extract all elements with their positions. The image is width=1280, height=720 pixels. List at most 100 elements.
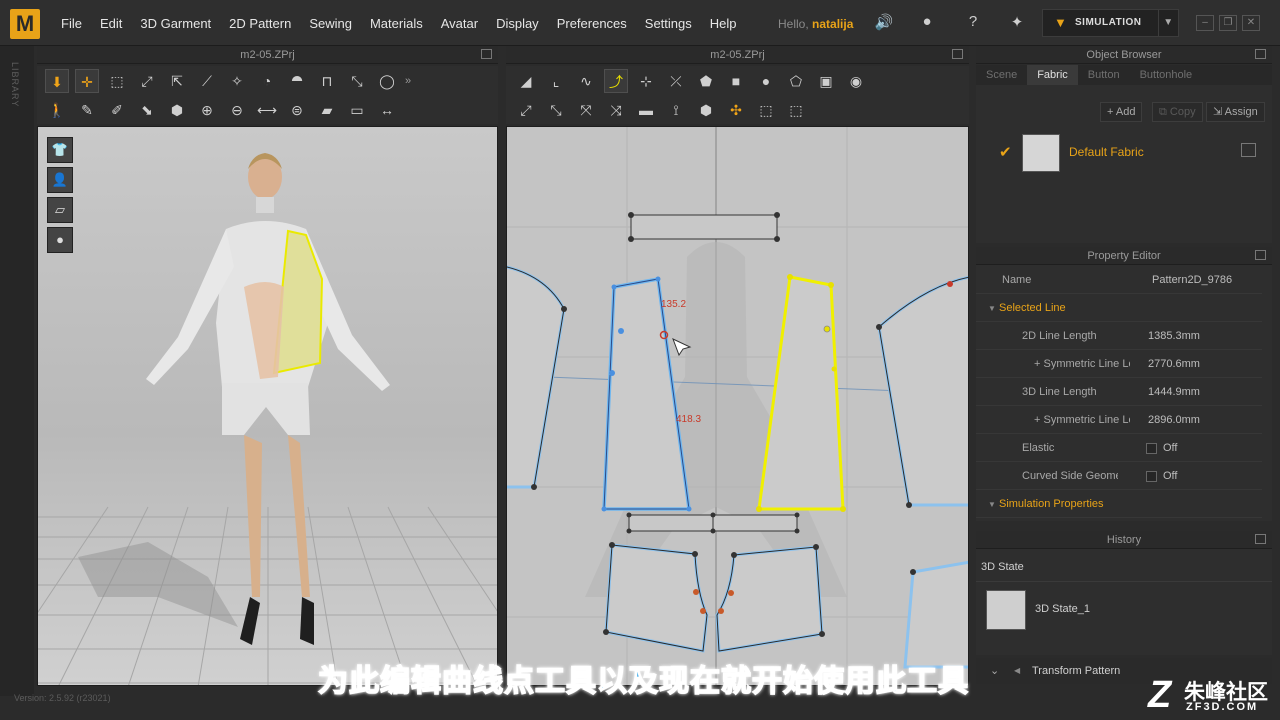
polygon-icon[interactable]: ⬟ — [694, 69, 718, 93]
menu-2d-pattern[interactable]: 2D Pattern — [220, 16, 300, 31]
show-garment-icon[interactable]: 👕 — [47, 137, 73, 163]
library-strip[interactable]: LIBRARY — [0, 46, 34, 696]
zoom-box-icon[interactable]: ⬚ — [784, 98, 808, 122]
help-icon[interactable]: ? — [962, 13, 984, 33]
pattern-collar[interactable] — [628, 212, 780, 242]
tape-icon[interactable]: ◯ — [375, 69, 399, 93]
free-sewing-icon[interactable]: ⤡ — [544, 98, 568, 122]
toolbar-more-icon[interactable]: » — [405, 75, 411, 87]
pin-icon[interactable]: ✧ — [225, 69, 249, 93]
view3d-maximize-icon[interactable] — [481, 49, 492, 59]
simulate-icon[interactable]: ⬇ — [45, 69, 69, 93]
show-avatar-icon[interactable]: 👤 — [47, 167, 73, 193]
pattern-front-right-selected[interactable] — [756, 274, 846, 512]
circle-icon[interactable]: ● — [754, 69, 778, 93]
internal-circle-icon[interactable]: ◉ — [844, 69, 868, 93]
tab-button[interactable]: Button — [1078, 65, 1130, 85]
prop-2d-length-value[interactable]: 1385.3mm — [1148, 322, 1200, 350]
history-item[interactable]: 3D State_1 — [976, 584, 1272, 634]
measure-avatar-icon[interactable]: ✎ — [75, 98, 99, 122]
fabric-list-item[interactable]: ✔ Default Fabric — [990, 132, 1266, 174]
menu-edit[interactable]: Edit — [91, 16, 131, 31]
internal-rectangle-icon[interactable]: ▣ — [814, 69, 838, 93]
menu-file[interactable]: File — [52, 16, 91, 31]
texture-view-icon[interactable]: ▱ — [47, 197, 73, 223]
transform-icon[interactable]: ⤢ — [135, 69, 159, 93]
menu-settings[interactable]: Settings — [636, 16, 701, 31]
menu-display[interactable]: Display — [487, 16, 548, 31]
object-browser-maximize-icon[interactable] — [1255, 49, 1266, 59]
simulation-button[interactable]: ▼ SIMULATION ▼ — [1042, 9, 1179, 37]
pattern-right-side[interactable] — [876, 275, 969, 508]
segment-sewing-icon[interactable]: ⤢ — [514, 98, 538, 122]
select-box-icon[interactable]: ⬚ — [754, 98, 778, 122]
pattern-shorts-right[interactable] — [715, 544, 825, 653]
pattern-waistband[interactable] — [626, 512, 800, 534]
edit-pattern-icon[interactable]: ⌞ — [544, 69, 568, 93]
menu-preferences[interactable]: Preferences — [548, 16, 636, 31]
menu-help[interactable]: Help — [701, 16, 746, 31]
lasso-icon[interactable]: ✣ — [724, 98, 748, 122]
tab-scene[interactable]: Scene — [976, 65, 1027, 85]
topstitch-icon[interactable]: ⊜ — [285, 98, 309, 122]
elastic-checkbox[interactable] — [1146, 443, 1157, 454]
check-sewing-icon[interactable]: ⤨ — [604, 98, 628, 122]
flip-icon[interactable]: ↔ — [375, 98, 399, 122]
multi-sewing-icon[interactable]: ⤧ — [574, 98, 598, 122]
property-editor-maximize-icon[interactable] — [1255, 250, 1266, 260]
edit-curve-icon[interactable]: ∿ — [574, 69, 598, 93]
avatar-pose-icon[interactable]: 🚶 — [45, 98, 69, 122]
simulation-dropdown-icon[interactable]: ▼ — [1158, 10, 1178, 36]
tab-buttonhole[interactable]: Buttonhole — [1130, 65, 1203, 85]
restore-icon[interactable]: ❐ — [1219, 15, 1237, 31]
pattern-shorts-left[interactable] — [603, 542, 709, 653]
pleat-icon[interactable]: ⟟ — [664, 98, 688, 122]
trace-icon[interactable]: ⬢ — [694, 98, 718, 122]
volume-icon[interactable]: 🔊 — [873, 13, 895, 33]
curved-checkbox[interactable] — [1146, 471, 1157, 482]
menu-sewing[interactable]: Sewing — [300, 16, 361, 31]
view3d-viewport[interactable]: 👕 👤 ▱ ● — [37, 126, 498, 686]
edit-curvature-icon[interactable]: ⟋ — [195, 69, 219, 93]
prop-name-value[interactable]: Pattern2D_9786 — [1152, 266, 1232, 294]
expand-icon[interactable]: ⌄ — [990, 658, 999, 684]
view2d-viewport[interactable]: 135.2 418.3 — [506, 126, 969, 686]
menu-avatar[interactable]: Avatar — [432, 16, 487, 31]
gusset-icon[interactable]: ⊓ — [315, 69, 339, 93]
select-move-icon[interactable]: ✛ — [75, 69, 99, 93]
measure-icon[interactable]: ⤡ — [345, 69, 369, 93]
fold-arrangement-icon[interactable]: ▬ — [634, 98, 658, 122]
pattern-left-side[interactable] — [507, 265, 567, 490]
edit-curve-point-icon[interactable]: ⤴ — [604, 69, 628, 93]
copy-fabric-button[interactable]: ⧉ Copy — [1152, 102, 1203, 122]
arrangement-icon[interactable]: ⬊ — [135, 98, 159, 122]
fitting-icon[interactable]: ⬢ — [165, 98, 189, 122]
select-mesh-icon[interactable]: ⬚ — [105, 69, 129, 93]
assign-fabric-button[interactable]: ⇲ Assign — [1206, 102, 1265, 122]
add-fabric-button[interactable]: + Add — [1100, 102, 1143, 122]
avatar-skin-icon[interactable]: ● — [47, 227, 73, 253]
buttonhole-icon[interactable]: ⊖ — [225, 98, 249, 122]
edit-avatar-icon[interactable]: ✐ — [105, 98, 129, 122]
graphic-icon[interactable]: ▰ — [315, 98, 339, 122]
view2d-maximize-icon[interactable] — [952, 49, 963, 59]
user-icon[interactable]: ● — [916, 13, 938, 33]
button-icon[interactable]: ⊕ — [195, 98, 219, 122]
minimize-icon[interactable]: – — [1196, 15, 1214, 31]
history-maximize-icon[interactable] — [1255, 534, 1266, 544]
share-icon[interactable]: ✦ — [1006, 13, 1028, 33]
close-icon[interactable]: ✕ — [1242, 15, 1260, 31]
internal-polygon-icon[interactable]: ⬠ — [784, 69, 808, 93]
pattern-shorts-far-right[interactable] — [903, 560, 969, 669]
fold-icon[interactable]: ⇱ — [165, 69, 189, 93]
tack-icon[interactable]: ◔ — [255, 69, 279, 93]
zipper-icon[interactable]: ⟷ — [255, 98, 279, 122]
cut-pattern-icon[interactable]: ⤫ — [664, 69, 688, 93]
prop-row-simulation-properties[interactable]: ▼ Simulation Properties — [976, 490, 1262, 518]
prop-row-selected-line[interactable]: ▼ Selected Line — [976, 294, 1262, 322]
rectangle-icon[interactable]: ■ — [724, 69, 748, 93]
fabric-edit-icon[interactable] — [1241, 143, 1256, 157]
menu-3d-garment[interactable]: 3D Garment — [131, 16, 220, 31]
texture-icon[interactable]: ▭ — [345, 98, 369, 122]
garment-icon[interactable]: ⯊ — [285, 69, 309, 93]
